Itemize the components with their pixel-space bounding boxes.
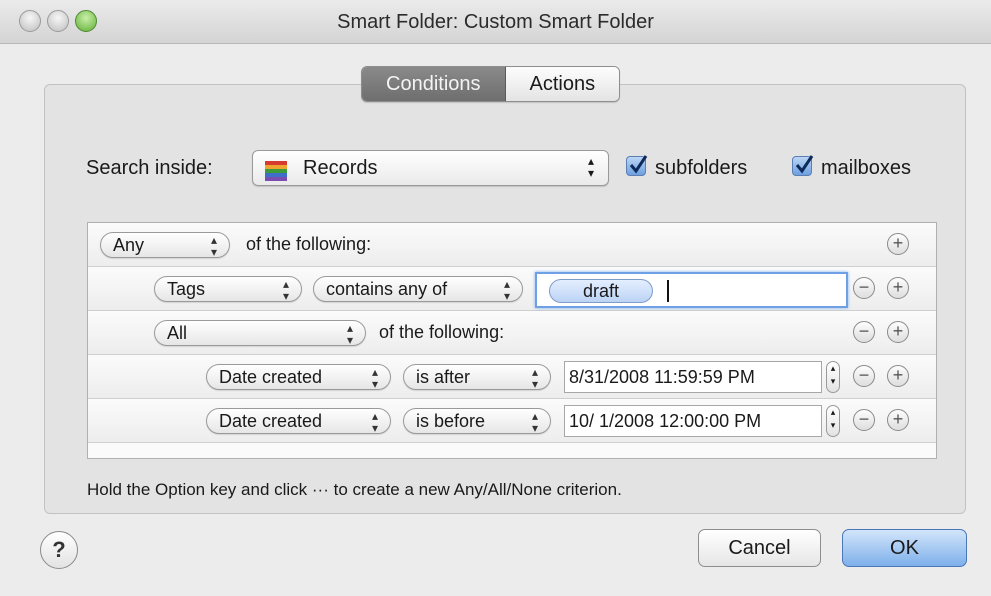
- search-inside-value: Records: [303, 157, 378, 179]
- popup-arrows-icon: ▴ ▾: [371, 365, 378, 391]
- popup-arrows-icon: ▴ ▾: [210, 233, 217, 259]
- popup-arrows-icon: ▴ ▾: [346, 321, 353, 347]
- date-operator-value: is before: [416, 411, 486, 431]
- ok-button[interactable]: OK: [842, 529, 967, 567]
- popup-arrows-icon: ▴ ▾: [282, 277, 289, 303]
- add-criterion-icon[interactable]: +: [887, 277, 909, 299]
- popup-arrows-icon: ▴ ▾: [531, 365, 538, 391]
- date-operator-popup[interactable]: is before ▴ ▾: [403, 408, 551, 434]
- date-operator-popup[interactable]: is after ▴ ▾: [403, 364, 551, 390]
- criteria-list: Any ▴ ▾ of the following: + Tags ▴ ▾ conta…: [87, 222, 937, 459]
- add-criterion-icon[interactable]: +: [887, 321, 909, 343]
- match-all-popup[interactable]: All ▴ ▾: [154, 320, 366, 346]
- remove-criterion-icon[interactable]: −: [853, 321, 875, 343]
- add-criterion-icon[interactable]: +: [887, 233, 909, 255]
- option-key-hint: Hold the Option key and click ··· to cre…: [87, 480, 622, 499]
- date-field-value: Date created: [219, 367, 323, 387]
- text-caret: [667, 280, 669, 302]
- remove-criterion-icon[interactable]: −: [853, 365, 875, 387]
- records-database-icon: [265, 158, 287, 181]
- date-before-stepper[interactable]: ▴ ▾: [826, 405, 840, 437]
- criteria-row-all: All ▴ ▾ of the following: − +: [88, 311, 936, 355]
- criteria-row-date-before: Date created ▴ ▾ is before ▴ ▾ 10/ 1/2008 …: [88, 399, 936, 443]
- remove-criterion-icon[interactable]: −: [853, 277, 875, 299]
- window-title: Smart Folder: Custom Smart Folder: [337, 11, 654, 33]
- popup-arrows-icon: ▴ ▾: [371, 409, 378, 435]
- tags-field-popup[interactable]: Tags ▴ ▾: [154, 276, 302, 302]
- subfolders-label: subfolders: [655, 157, 748, 179]
- mailboxes-label: mailboxes: [821, 157, 912, 179]
- date-before-input[interactable]: 10/ 1/2008 12:00:00 PM: [564, 405, 822, 437]
- tab-conditions[interactable]: Conditions: [362, 67, 506, 101]
- search-inside-popup[interactable]: Records ▴ ▾: [252, 150, 609, 186]
- tab-bar: Conditions Actions: [361, 66, 621, 102]
- subfolders-checkbox[interactable]: [626, 155, 648, 176]
- mailboxes-checkbox[interactable]: [792, 155, 814, 176]
- remove-criterion-icon[interactable]: −: [853, 409, 875, 431]
- match-all-value: All: [167, 323, 188, 343]
- match-any-value: Any: [113, 235, 145, 255]
- date-operator-value: is after: [416, 367, 471, 387]
- tag-token-draft[interactable]: draft: [549, 279, 653, 303]
- criteria-row-any: Any ▴ ▾ of the following: +: [88, 223, 936, 267]
- help-button[interactable]: ?: [40, 531, 78, 569]
- cancel-button[interactable]: Cancel: [698, 529, 821, 567]
- date-field-popup[interactable]: Date created ▴ ▾: [206, 364, 391, 390]
- title-bar: Smart Folder: Custom Smart Folder: [0, 0, 991, 44]
- tags-field-value: Tags: [167, 279, 206, 299]
- tags-operator-popup[interactable]: contains any of ▴ ▾: [313, 276, 523, 302]
- tags-token-input[interactable]: draft: [535, 272, 848, 308]
- tab-actions[interactable]: Actions: [505, 67, 620, 101]
- search-inside-label: Search inside:: [86, 157, 213, 179]
- criteria-row-tags: Tags ▴ ▾ contains any of ▴ ▾ draft − +: [88, 267, 936, 311]
- popup-arrows-icon: ▴ ▾: [531, 409, 538, 435]
- match-any-popup[interactable]: Any ▴ ▾: [100, 232, 230, 258]
- popup-arrows-icon: ▴ ▾: [587, 154, 594, 180]
- tags-operator-value: contains any of: [326, 279, 448, 299]
- popup-arrows-icon: ▴ ▾: [503, 277, 510, 303]
- add-criterion-icon[interactable]: +: [887, 365, 909, 387]
- add-criterion-icon[interactable]: +: [887, 409, 909, 431]
- date-field-popup[interactable]: Date created ▴ ▾: [206, 408, 391, 434]
- date-after-stepper[interactable]: ▴ ▾: [826, 361, 840, 393]
- date-after-input[interactable]: 8/31/2008 11:59:59 PM: [564, 361, 822, 393]
- criteria-row-date-after: Date created ▴ ▾ is after ▴ ▾ 8/31/2008 11…: [88, 355, 936, 399]
- date-field-value: Date created: [219, 411, 323, 431]
- match-all-suffix: of the following:: [379, 322, 505, 342]
- match-any-suffix: of the following:: [246, 234, 372, 254]
